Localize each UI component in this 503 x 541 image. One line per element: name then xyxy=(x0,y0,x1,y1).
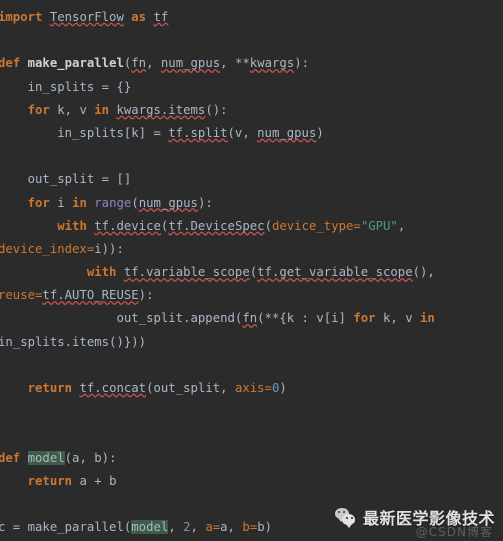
token-function-make-parallel: make_parallel xyxy=(27,56,124,71)
token-keyword-import: import xyxy=(0,10,43,24)
token-param-fn: fn xyxy=(131,56,147,71)
code-line-17: return tf.concat(out_split, axis=0) xyxy=(27,381,287,395)
token-kwarg-axis: axis= xyxy=(234,381,272,395)
token-call-tf-split: tf.split xyxy=(168,125,228,140)
token-call-make-parallel: make_parallel xyxy=(27,520,124,535)
token-arg-model: model xyxy=(131,520,169,535)
token-keyword-in-3: in xyxy=(420,311,435,326)
code-line-23: c = make_parallel(model, 2, a=a, b=b) xyxy=(0,520,272,535)
token-ident-tf-auto-reuse: tf.AUTO_REUSE xyxy=(42,288,139,303)
token-keyword-for-1: for xyxy=(27,102,50,117)
token-param-num-gpus: num_gpus xyxy=(160,56,221,71)
token-number-two: 2 xyxy=(183,520,191,535)
token-keyword-with-2: with xyxy=(86,265,117,280)
token-string-gpu: "GPU" xyxy=(360,218,398,233)
token-ident-kwargs-items: kwargs.items xyxy=(116,102,206,117)
code-line-1: import TensorFlow as tf xyxy=(0,6,503,29)
token-kwarg-reuse: reuse= xyxy=(0,288,43,303)
token-keyword-for-2: for xyxy=(27,195,50,210)
token-function-model: model xyxy=(27,450,65,465)
code-line-18-blank xyxy=(0,400,503,423)
code-line-15: in_splits.items()})) xyxy=(0,334,147,349)
code-line-3: def make_parallel(fn, num_gpus, **kwargs… xyxy=(0,56,309,71)
token-keyword-in-1: in xyxy=(94,102,110,117)
code-line-6: in_splits[k] = tf.split(v, num_gpus) xyxy=(0,125,324,140)
token-call-tf-device: tf.device xyxy=(94,218,161,233)
code-line-5: for k, v in kwargs.items(): xyxy=(27,102,228,117)
code-line-11: device_index=i)): xyxy=(0,241,124,256)
token-keyword-for-3: for xyxy=(353,311,376,326)
code-line-21: return a + b xyxy=(27,473,117,488)
code-line-12: with tf.variable_scope(tf.get_variable_s… xyxy=(86,265,435,280)
code-line-9: for i in range(num_gpus): xyxy=(27,195,213,210)
code-line-14: out_split.append(fn(**{k : v[i] for k, v… xyxy=(0,311,435,326)
token-alias-tf: tf xyxy=(153,10,169,24)
code-line-7-blank xyxy=(0,145,503,168)
token-builtin-range: range xyxy=(94,195,132,210)
code-line-22-blank xyxy=(0,493,503,516)
token-keyword-return-2: return xyxy=(27,473,73,488)
code-line-2-blank xyxy=(0,29,503,52)
token-kwarg-a: a= xyxy=(205,520,221,535)
token-arg-num-gpus-2: num_gpus xyxy=(257,125,317,140)
token-kwarg-device-index: device_index= xyxy=(0,241,95,256)
token-call-tf-variable-scope: tf.variable_scope xyxy=(123,265,250,280)
token-module-tensorflow: TensorFlow xyxy=(49,10,124,24)
token-keyword-return-1: return xyxy=(27,381,73,395)
token-keyword-with-1: with xyxy=(57,218,87,233)
token-call-tf-devicespec: tf.DeviceSpec xyxy=(168,218,265,233)
token-kwarg-device-type: device_type= xyxy=(271,218,361,233)
token-keyword-def-2: def xyxy=(0,450,21,465)
code-line-8: out_split = [] xyxy=(0,172,132,187)
token-kwarg-b: b= xyxy=(242,520,258,535)
token-call-tf-get-variable-scope: tf.get_variable_scope xyxy=(257,265,413,280)
token-keyword-def: def xyxy=(0,56,21,71)
code-editor-canvas[interactable]: import TensorFlow as tf def make_paralle… xyxy=(0,0,503,541)
code-line-20: def model(a, b): xyxy=(0,450,117,465)
code-line-16-blank xyxy=(0,354,503,377)
token-keyword-in-2: in xyxy=(72,195,87,210)
token-keyword-as: as xyxy=(131,10,147,24)
token-arg-num-gpus-3: num_gpus xyxy=(138,195,198,210)
token-arg-fn-2: fn xyxy=(242,311,258,326)
code-line-4: in_splits = {} xyxy=(0,79,132,94)
token-call-tf-concat: tf.concat xyxy=(79,381,147,395)
token-param-kwargs: kwargs xyxy=(249,56,295,71)
code-line-13: reuse=tf.AUTO_REUSE): xyxy=(0,288,154,303)
code-line-19-blank xyxy=(0,423,503,446)
code-line-10: with tf.device(tf.DeviceSpec(device_type… xyxy=(57,218,406,233)
source-code-block[interactable]: import TensorFlow as tf def make_paralle… xyxy=(0,6,503,539)
